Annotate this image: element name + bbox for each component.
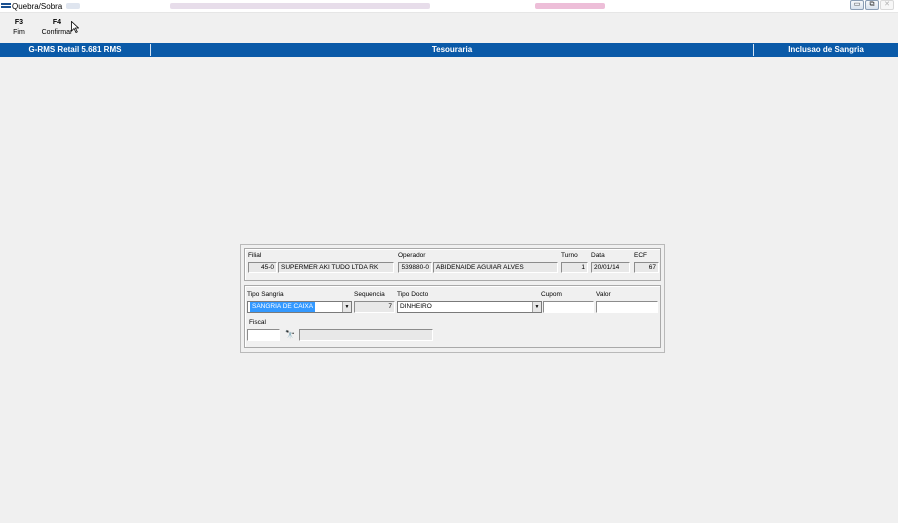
data-label: Data	[591, 252, 605, 259]
info-group: Filial 45-0 SUPERMER AKI TUDO LTDA RK Op…	[244, 248, 661, 281]
turno-field: 1	[561, 262, 588, 273]
fim-key: F3	[14, 19, 24, 26]
data-field: 20/01/14	[591, 262, 630, 273]
app-icon	[1, 3, 11, 9]
ecf-label: ECF	[634, 252, 647, 259]
cupom-input[interactable]	[543, 301, 594, 313]
window-title: Quebra/Sobra	[12, 2, 63, 11]
tipo-sangria-value: SANGRIA DE CAIXA	[250, 302, 316, 312]
section-header: G-RMS Retail 5.681 RMS Tesouraria Inclus…	[0, 43, 898, 57]
tipo-docto-label: Tipo Docto	[397, 291, 429, 298]
tipo-sangria-select[interactable]: SANGRIA DE CAIXA ▼	[247, 301, 352, 313]
filial-label: Filial	[248, 252, 262, 259]
tipo-sangria-label: Tipo Sangria	[247, 291, 284, 298]
screen-title: Inclusao de Sangria	[788, 45, 864, 54]
operador-code-field: 539880-0	[398, 262, 432, 273]
mouse-cursor-icon	[71, 21, 79, 33]
module-title: Tesouraria	[431, 45, 473, 54]
fiscal-input[interactable]	[247, 329, 280, 341]
cupom-label: Cupom	[541, 291, 562, 298]
turno-label: Turno	[561, 252, 578, 259]
fim-label: Fim	[13, 29, 25, 36]
system-version: G-RMS Retail 5.681 RMS	[28, 45, 122, 54]
valor-label: Valor	[596, 291, 611, 298]
chevron-down-icon[interactable]: ▼	[532, 302, 541, 312]
fim-button[interactable]: F3 Fim	[10, 18, 28, 38]
minimize-button[interactable]: ▭	[850, 0, 864, 10]
operador-label: Operador	[398, 252, 426, 259]
sangria-panel: Filial 45-0 SUPERMER AKI TUDO LTDA RK Op…	[240, 244, 665, 353]
fiscal-label: Fiscal	[249, 319, 266, 326]
fiscal-name-field	[299, 329, 433, 341]
valor-input[interactable]	[596, 301, 658, 313]
tipo-docto-value: DINHEIRO	[400, 303, 432, 310]
filial-name-field: SUPERMER AKI TUDO LTDA RK	[278, 262, 394, 273]
sangria-form-group: Tipo Sangria SANGRIA DE CAIXA ▼ Sequenci…	[244, 285, 661, 348]
ecf-field: 67	[634, 262, 659, 273]
blurred-region	[66, 3, 80, 9]
blurred-region	[170, 3, 430, 9]
tipo-docto-select[interactable]: DINHEIRO ▼	[397, 301, 542, 313]
operador-name-field: ABIDENAIDE AGUIAR ALVES	[433, 262, 558, 273]
close-button[interactable]: ✕	[880, 0, 894, 10]
title-bar: Quebra/Sobra ▭ ⧉ ✕	[0, 0, 898, 13]
toolbar: F3 Fim F4 Confirmar	[0, 14, 898, 42]
blurred-region	[535, 3, 605, 9]
binoculars-search-icon[interactable]: 🔭	[283, 329, 297, 341]
filial-code-field: 45-0	[248, 262, 277, 273]
sequencia-field: 7	[354, 301, 395, 313]
sequencia-label: Sequencia	[354, 291, 385, 298]
restore-button[interactable]: ⧉	[865, 0, 879, 10]
chevron-down-icon[interactable]: ▼	[342, 302, 351, 312]
